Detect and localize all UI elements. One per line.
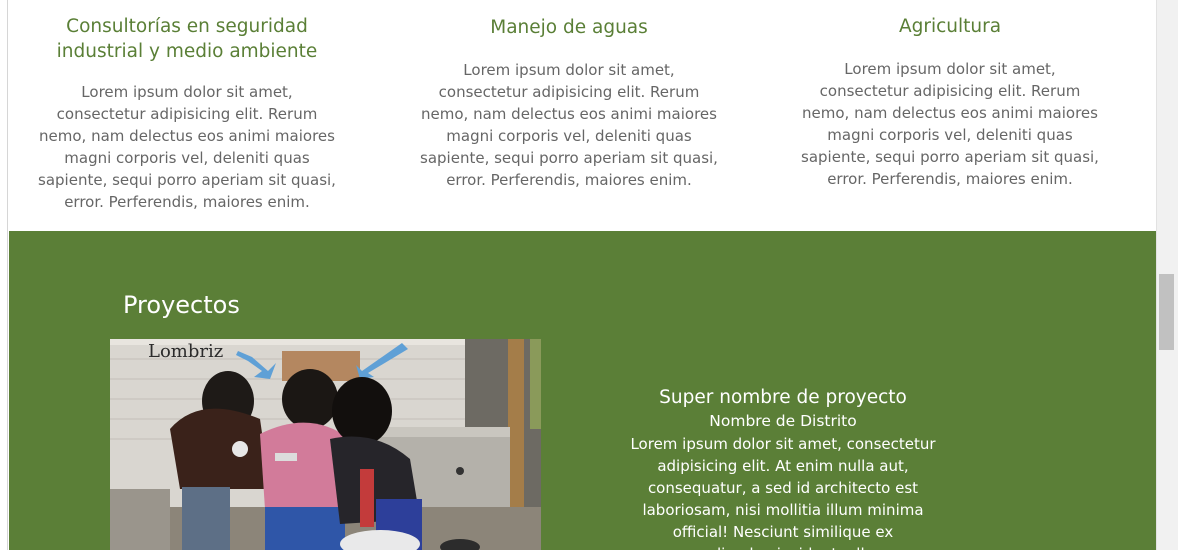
service-title: Consultorías en seguridad industrial y m…: [56, 16, 318, 62]
window-left-edge: [0, 0, 8, 550]
service-description: Lorem ipsum dolor sit amet, consectetur …: [420, 61, 718, 189]
project-photo: Lombriz: [110, 339, 541, 550]
vertical-scrollbar[interactable]: [1156, 0, 1178, 550]
page-viewport: Consultorías en seguridad industrial y m…: [0, 0, 1178, 550]
scrollbar-thumb[interactable]: [1159, 274, 1174, 350]
service-card-consultorias: Consultorías en seguridad industrial y m…: [37, 14, 337, 213]
photo-wall-text: Lombriz: [148, 341, 223, 362]
services-section: Consultorías en seguridad industrial y m…: [9, 0, 1156, 231]
project-info: Super nombre de proyecto Nombre de Distr…: [626, 385, 940, 550]
service-description: Lorem ipsum dolor sit amet, consectetur …: [38, 83, 336, 211]
projects-heading: Proyectos: [123, 291, 240, 319]
service-card-agricultura: Agricultura Lorem ipsum dolor sit amet, …: [800, 14, 1100, 190]
service-card-manejo-de-aguas: Manejo de aguas Lorem ipsum dolor sit am…: [419, 15, 719, 191]
project-description: Lorem ipsum dolor sit amet, consectetur …: [630, 435, 936, 550]
projects-section: Proyectos Lombriz Super nombre de proyec…: [9, 231, 1156, 550]
service-title: Manejo de aguas: [490, 17, 648, 38]
service-title: Agricultura: [898, 16, 1002, 37]
service-description: Lorem ipsum dolor sit amet, consectetur …: [801, 60, 1099, 188]
project-photo-illustration: Lombriz: [110, 339, 541, 550]
project-district: Nombre de Distrito: [709, 412, 857, 430]
project-title: Super nombre de proyecto: [659, 387, 907, 408]
